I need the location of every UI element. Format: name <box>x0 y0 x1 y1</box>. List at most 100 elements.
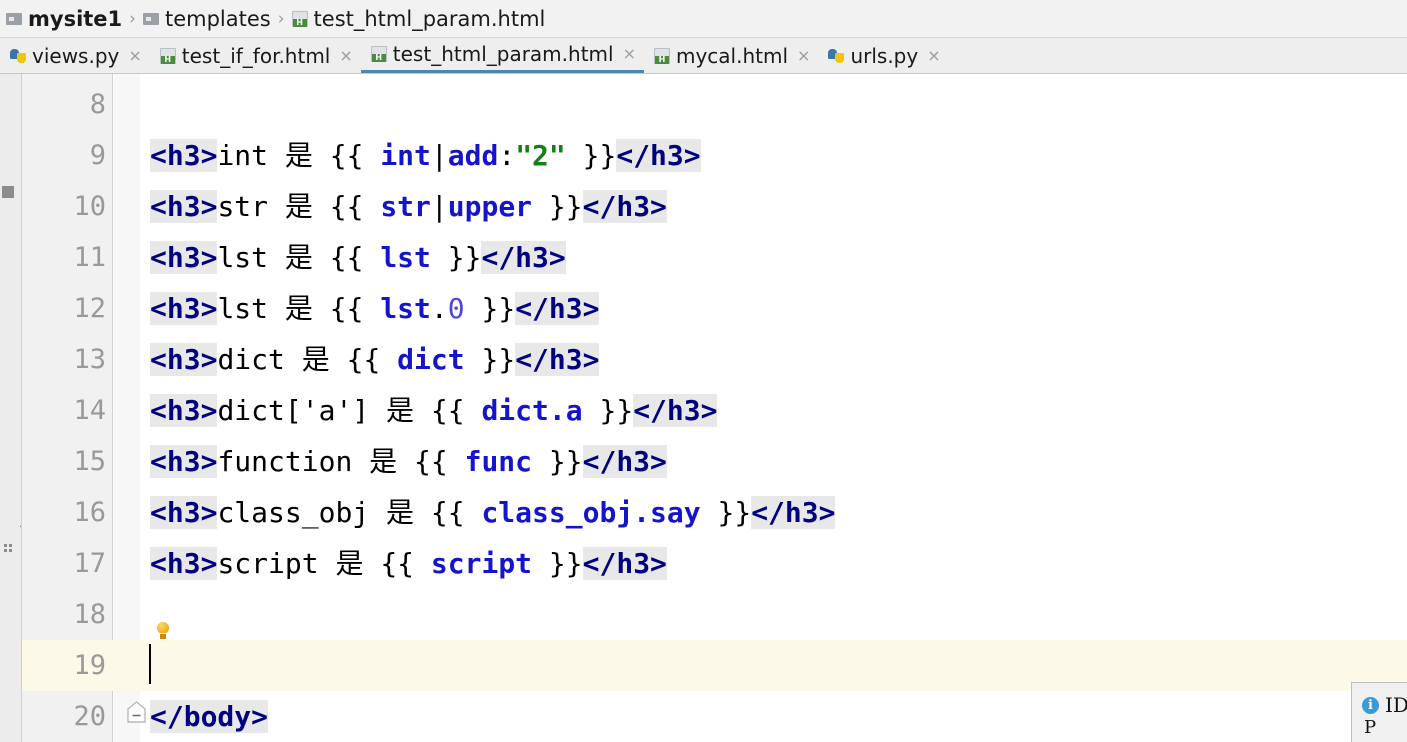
code-token-var: upper <box>447 190 533 223</box>
breadcrumb-item-file[interactable]: test_html_param.html <box>290 0 548 37</box>
editor-line[interactable]: 20 </body> <box>22 691 1407 742</box>
code-editor[interactable]: 8 9 <h3>int 是 {{ int|add:"2" }}</h3> 10 <h3>… <box>22 74 1407 742</box>
notification-balloon[interactable]: i ID P <box>1351 682 1407 742</box>
tab-mycal-html[interactable]: mycal.html × <box>644 38 818 73</box>
code-token-plain: 是 <box>284 139 330 172</box>
code-token-plain: {{ <box>329 139 381 172</box>
line-content[interactable]: <h3>script 是 {{ script }}</h3> <box>150 538 667 589</box>
line-content[interactable]: <h3>dict 是 {{ dict }}</h3> <box>150 334 600 385</box>
code-token-plain: {{ <box>430 394 482 427</box>
tab-test-html-param-html[interactable]: test_html_param.html × <box>360 38 644 73</box>
code-token-plain: }} <box>430 241 482 274</box>
python-file-icon <box>10 48 26 64</box>
editor-line[interactable]: 16 <h3>class_obj 是 {{ class_obj.say }}</h… <box>22 487 1407 538</box>
editor-line[interactable]: 14 <h3>dict['a'] 是 {{ dict.a }}</h3> <box>22 385 1407 436</box>
tab-label: views.py <box>32 43 120 68</box>
code-token-plain: . <box>430 292 448 325</box>
code-token-plain: }} <box>565 139 617 172</box>
tool-window-drag-dots[interactable] <box>4 544 13 553</box>
code-token-plain: {{ <box>380 547 431 580</box>
code-token-plain: | <box>430 139 448 172</box>
editor-line[interactable]: 17 <h3>script 是 {{ script }}</h3> <box>22 538 1407 589</box>
code-token-tag: <h3> <box>150 445 218 478</box>
close-icon[interactable]: × <box>128 47 141 64</box>
code-token-var: dict.a <box>481 394 583 427</box>
code-token-tag: <h3> <box>150 547 218 580</box>
code-token-plain: 是 <box>284 190 330 223</box>
code-token-tag: </h3> <box>515 292 600 325</box>
editor-line[interactable]: 8 <box>22 79 1407 130</box>
line-content[interactable]: <h3>lst 是 {{ lst.0 }}</h3> <box>150 283 600 334</box>
info-icon: i <box>1362 696 1379 714</box>
code-token-plain: dict <box>217 343 302 376</box>
line-number: 13 <box>73 344 106 375</box>
tab-views-py[interactable]: views.py × <box>0 38 150 73</box>
tab-test-if-for-html[interactable]: test_if_for.html × <box>150 38 361 73</box>
ide-window: mysite1 › templates › test_html_param.ht… <box>0 0 1407 742</box>
code-token-plain: function <box>217 445 370 478</box>
close-icon[interactable]: × <box>339 47 352 64</box>
code-token-plain: {{ <box>346 343 398 376</box>
line-number: 12 <box>73 293 106 324</box>
editor-line[interactable]: 12 <h3>lst 是 {{ lst.0 }}</h3> <box>22 283 1407 334</box>
code-token-plain: 是 <box>301 343 347 376</box>
line-number: 8 <box>89 89 106 120</box>
code-token-tag: </h3> <box>582 190 667 223</box>
line-content[interactable]: <h3>int 是 {{ int|add:"2" }}</h3> <box>150 130 701 181</box>
code-fold-minus-icon[interactable] <box>126 701 147 724</box>
line-content[interactable]: <h3>lst 是 {{ lst }}</h3> <box>150 232 566 283</box>
code-token-tag: <h3> <box>150 190 218 223</box>
editor-line[interactable]: 9 <h3>int 是 {{ int|add:"2" }}</h3> <box>22 130 1407 181</box>
line-number: 20 <box>73 701 106 732</box>
editor-line[interactable]: 18 <box>22 589 1407 640</box>
editor-line[interactable]: 13 <h3>dict 是 {{ dict }}</h3> <box>22 334 1407 385</box>
code-token-plain: lst <box>217 241 285 274</box>
breadcrumb-label: templates <box>164 6 271 31</box>
line-content[interactable]: <h3>dict['a'] 是 {{ dict.a }}</h3> <box>150 385 718 436</box>
editor-line[interactable]: 19 <box>22 640 1407 691</box>
tab-urls-py[interactable]: urls.py × <box>818 38 948 73</box>
line-content[interactable]: <h3>function 是 {{ func }}</h3> <box>150 436 667 487</box>
code-token-var: add <box>447 139 499 172</box>
code-token-var: script <box>430 547 533 580</box>
close-icon[interactable]: × <box>927 47 940 64</box>
line-number: 15 <box>73 446 106 477</box>
tab-label: test_html_param.html <box>392 42 614 66</box>
line-number: 19 <box>22 640 106 691</box>
code-token-tag: </h3> <box>616 139 701 172</box>
code-token-plain: class_obj <box>217 496 387 529</box>
code-token-tag: </h3> <box>582 547 667 580</box>
line-number: 18 <box>73 599 106 630</box>
close-icon[interactable]: × <box>797 47 810 64</box>
editor-line[interactable]: 10 <h3>str 是 {{ str|upper }}</h3> <box>22 181 1407 232</box>
code-token-str: "2" <box>515 139 566 172</box>
code-token-plain: }} <box>532 445 583 478</box>
code-token-plain: 是 <box>386 394 431 427</box>
tab-label: test_if_for.html <box>181 43 331 68</box>
editor-line[interactable]: 15 <h3>function 是 {{ func }}</h3> <box>22 436 1407 487</box>
code-token-plain: {{ <box>414 445 465 478</box>
code-token-plain: : <box>498 139 516 172</box>
code-token-tag: <h3> <box>150 241 218 274</box>
tab-label: urls.py <box>850 43 919 68</box>
breadcrumb-item-project[interactable]: mysite1 <box>4 0 124 37</box>
line-number: 17 <box>73 548 106 579</box>
line-number: 10 <box>73 191 106 222</box>
intention-bulb-icon[interactable] <box>156 622 170 639</box>
code-token-var: int <box>380 139 431 172</box>
tool-window-drag-handle[interactable] <box>2 186 14 198</box>
code-token-tag: </h3> <box>481 241 566 274</box>
line-number: 16 <box>73 497 106 528</box>
line-content[interactable]: <h3>class_obj 是 {{ class_obj.say }}</h3> <box>150 487 836 538</box>
close-icon[interactable]: × <box>623 46 636 62</box>
editor-line[interactable]: 11 <h3>lst 是 {{ lst }}</h3> <box>22 232 1407 283</box>
breadcrumb-item-templates[interactable]: templates <box>141 0 273 37</box>
line-content[interactable]: </body> <box>150 691 269 742</box>
code-token-plain: }} <box>700 496 752 529</box>
line-content[interactable]: <h3>str 是 {{ str|upper }}</h3> <box>150 181 667 232</box>
code-token-plain: lst <box>217 292 285 325</box>
line-number: 9 <box>89 140 106 171</box>
code-token-plain: }} <box>464 292 516 325</box>
code-token-plain: dict['a'] <box>217 394 387 427</box>
code-token-tag: <h3> <box>150 496 218 529</box>
